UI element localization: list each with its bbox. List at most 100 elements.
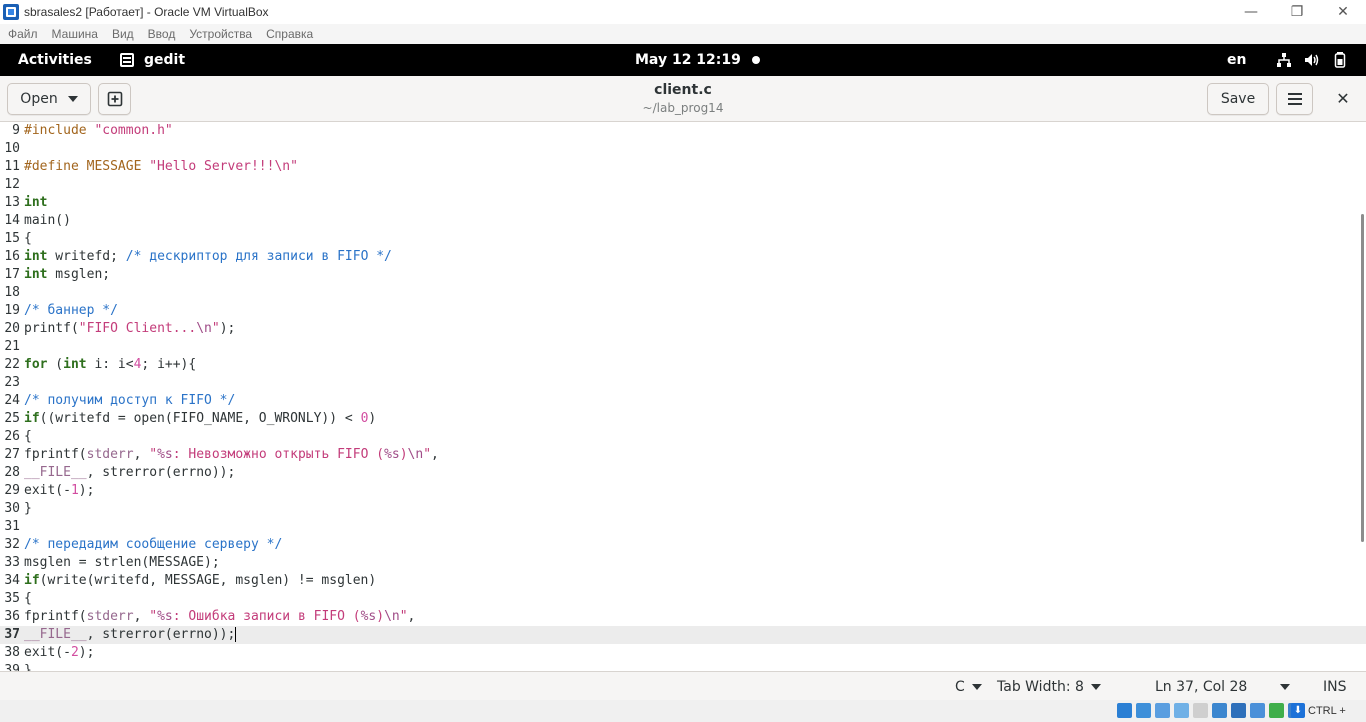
cursor-position-selector[interactable]: Ln 37, Col 28 bbox=[1155, 672, 1247, 701]
text-editor[interactable]: 9 #include "common.h" 10 11 #define MESSAGE … bbox=[0, 122, 1366, 671]
menu-devices[interactable]: Устройства bbox=[189, 27, 252, 41]
save-button[interactable]: Save bbox=[1207, 83, 1269, 115]
line-number: 36 bbox=[4, 609, 20, 624]
cursor-position-dropdown[interactable] bbox=[1273, 672, 1290, 701]
code-line[interactable]: 25 if((writefd = open(FIFO_NAME, O_WRONLY… bbox=[0, 410, 1366, 428]
tab-width-selector[interactable]: Tab Width: 8 bbox=[997, 672, 1101, 701]
activities-button[interactable]: Activities bbox=[18, 44, 92, 76]
new-tab-button[interactable] bbox=[98, 83, 131, 115]
code-line[interactable]: 30} bbox=[0, 500, 1366, 518]
code-line[interactable]: 13 int bbox=[0, 194, 1366, 212]
code-line[interactable]: 26 { bbox=[0, 428, 1366, 446]
system-tray[interactable] bbox=[1276, 52, 1360, 68]
menu-file[interactable]: Файл bbox=[8, 27, 38, 41]
code-line[interactable]: 29 exit(-1); bbox=[0, 482, 1366, 500]
hamburger-icon bbox=[1287, 93, 1302, 105]
code-text: fprintf(stderr, "%s: Ошибка записи в FIF… bbox=[24, 609, 416, 624]
code-line[interactable]: 18 bbox=[0, 284, 1366, 302]
close-window-icon[interactable]: ✕ bbox=[1320, 0, 1366, 24]
vbox-device-icon[interactable] bbox=[1269, 703, 1284, 718]
code-line[interactable]: 20 printf("FIFO Client...\n"); bbox=[0, 320, 1366, 338]
code-text: /* получим доступ к FIFO */ bbox=[24, 393, 236, 408]
code-line[interactable]: 39} bbox=[0, 662, 1366, 671]
maximize-icon[interactable]: ❐ bbox=[1274, 0, 1320, 24]
menu-help[interactable]: Справка bbox=[266, 27, 313, 41]
code-line[interactable]: 23 bbox=[0, 374, 1366, 392]
code-line[interactable]: 15 { bbox=[0, 230, 1366, 248]
window-title: sbrasales2 [Работает] - Oracle VM Virtua… bbox=[24, 5, 269, 19]
language-selector[interactable]: C bbox=[955, 672, 982, 701]
line-number: 12 bbox=[4, 177, 20, 192]
keyboard-layout-indicator[interactable]: en bbox=[1227, 44, 1246, 76]
vbox-device-icon[interactable] bbox=[1193, 703, 1208, 718]
minimize-icon[interactable]: — bbox=[1228, 0, 1274, 24]
code-line[interactable]: 31 bbox=[0, 518, 1366, 536]
close-icon[interactable]: ✕ bbox=[1334, 89, 1352, 108]
line-number: 16 bbox=[4, 249, 20, 264]
line-number: 33 bbox=[4, 555, 20, 570]
code-text: int msglen; bbox=[24, 267, 111, 282]
vbox-device-icon[interactable] bbox=[1174, 703, 1189, 718]
open-button-label: Open bbox=[20, 91, 58, 107]
language-label: C bbox=[955, 678, 965, 695]
vbox-device-icon[interactable] bbox=[1117, 703, 1132, 718]
line-number: 10 bbox=[4, 141, 20, 156]
code-text: exit(-1); bbox=[24, 483, 95, 498]
code-text: int writefd; /* дескриптор для записи в … bbox=[24, 249, 392, 264]
chevron-down-icon bbox=[67, 96, 78, 102]
code-line[interactable]: 11 #define MESSAGE "Hello Server!!!\n" bbox=[0, 158, 1366, 176]
code-line[interactable]: 19 /* баннер */ bbox=[0, 302, 1366, 320]
vbox-device-icon[interactable] bbox=[1155, 703, 1170, 718]
code-line[interactable]: 28 __FILE__, strerror(errno)); bbox=[0, 464, 1366, 482]
clock[interactable]: May 12 12:19 bbox=[635, 44, 741, 76]
vbox-menu-bar: Файл Машина Вид Ввод Устройства Справка bbox=[0, 24, 1366, 44]
code-line[interactable]: 22 for (int i: i<4; i++){ bbox=[0, 356, 1366, 374]
vbox-device-icon[interactable] bbox=[1231, 703, 1246, 718]
code-text: int bbox=[24, 195, 48, 210]
line-number: 34 bbox=[4, 573, 20, 588]
code-line[interactable]: 27 fprintf(stderr, "%s: Невозможно открыт… bbox=[0, 446, 1366, 464]
code-line[interactable]: 34 if(write(writefd, MESSAGE, msglen) != … bbox=[0, 572, 1366, 590]
code-line[interactable]: 33 msglen = strlen(MESSAGE); bbox=[0, 554, 1366, 572]
code-line[interactable]: 24 /* получим доступ к FIFO */ bbox=[0, 392, 1366, 410]
code-line[interactable]: 32 /* передадим сообщение серверу */ bbox=[0, 536, 1366, 554]
line-number: 9 bbox=[12, 123, 20, 138]
document-path: ~/lab_prog14 bbox=[642, 101, 724, 115]
code-line[interactable]: 16 int writefd; /* дескриптор для записи … bbox=[0, 248, 1366, 266]
vbox-device-icon[interactable] bbox=[1250, 703, 1265, 718]
open-button[interactable]: Open bbox=[7, 83, 91, 115]
code-text: __FILE__, strerror(errno)); bbox=[24, 627, 237, 642]
code-line[interactable]: 21 bbox=[0, 338, 1366, 356]
code-line[interactable]: 35 { bbox=[0, 590, 1366, 608]
code-text: msglen = strlen(MESSAGE); bbox=[24, 555, 220, 570]
line-number: 18 bbox=[4, 285, 20, 300]
insert-mode-indicator[interactable]: INS bbox=[1323, 672, 1347, 701]
code-line[interactable]: 12 bbox=[0, 176, 1366, 194]
code-line[interactable]: 10 bbox=[0, 140, 1366, 158]
code-line[interactable]: 37 __FILE__, strerror(errno)); bbox=[0, 626, 1366, 644]
line-number: 30 bbox=[4, 501, 20, 516]
notification-dot-icon bbox=[752, 56, 760, 64]
app-name: gedit bbox=[144, 52, 186, 68]
line-number: 26 bbox=[4, 429, 20, 444]
code-text: /* баннер */ bbox=[24, 303, 118, 318]
vbox-device-icon[interactable] bbox=[1136, 703, 1151, 718]
hamburger-menu-button[interactable] bbox=[1276, 83, 1313, 115]
menu-view[interactable]: Вид bbox=[112, 27, 134, 41]
menu-machine[interactable]: Машина bbox=[52, 27, 98, 41]
code-line[interactable]: 14 main() bbox=[0, 212, 1366, 230]
code-line[interactable]: 38 exit(-2); bbox=[0, 644, 1366, 662]
chevron-down-icon bbox=[1280, 683, 1290, 690]
line-number: 28 bbox=[4, 465, 20, 480]
menu-input[interactable]: Ввод bbox=[148, 27, 176, 41]
code-line[interactable]: 17 int msglen; bbox=[0, 266, 1366, 284]
code-line[interactable]: 9 #include "common.h" bbox=[0, 122, 1366, 140]
line-number: 23 bbox=[4, 375, 20, 390]
line-number: 25 bbox=[4, 411, 20, 426]
vbox-device-icon[interactable] bbox=[1212, 703, 1227, 718]
code-line[interactable]: 36 fprintf(stderr, "%s: Ошибка записи в F… bbox=[0, 608, 1366, 626]
code-text: } bbox=[24, 501, 32, 516]
app-menu-button[interactable]: gedit bbox=[120, 44, 185, 76]
cursor-position-label: Ln 37, Col 28 bbox=[1155, 678, 1248, 695]
code-text: } bbox=[24, 663, 32, 671]
